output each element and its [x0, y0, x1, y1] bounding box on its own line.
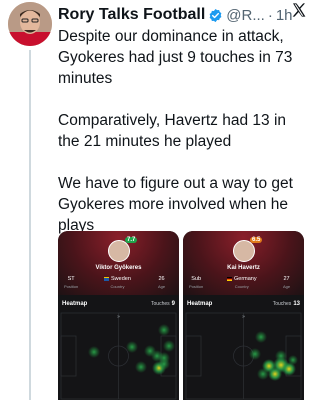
stat-value: 26	[158, 276, 165, 282]
touches-label: Touches	[151, 301, 170, 307]
stat-label: Country	[110, 284, 125, 289]
heatmap-header: Heatmap Touches 9	[58, 298, 179, 310]
stat-country: Sweden Country	[104, 276, 131, 289]
stat-label: Country	[234, 284, 249, 289]
player-name: Viktor Gyökeres	[95, 265, 142, 271]
stat-position: Sub Position	[189, 276, 203, 289]
flag-icon	[227, 276, 232, 281]
stat-label: Age	[283, 284, 291, 289]
stat-value: ST	[67, 276, 75, 282]
author-handle[interactable]: @R...	[226, 7, 265, 24]
direction-arrow-icon: »	[242, 314, 245, 320]
touches-value: 9	[171, 301, 175, 307]
heatmap-pitch: »	[185, 312, 302, 400]
touches-value: 13	[293, 301, 300, 307]
touches-label: Touches	[272, 301, 292, 307]
stat-value: Sweden	[111, 276, 131, 282]
player-rating-badge: 7.7	[125, 237, 138, 243]
author-name[interactable]: Rory Talks Football	[58, 6, 205, 24]
heatmap-title: Heatmap	[62, 301, 88, 307]
stat-country: Germany Country	[227, 276, 257, 289]
tweet-header: Rory Talks Football @R... · 1h	[58, 3, 303, 27]
tweet-paragraph: Comparatively, Havertz had 13 in the 21 …	[58, 112, 287, 150]
tweet-text: Despite our dominance in attack, Gyokere…	[58, 26, 305, 236]
stat-value: Sub	[191, 276, 202, 282]
player-card-gyokeres[interactable]: 7.7 Viktor Gyökeres ST Position Sweden C…	[58, 231, 179, 400]
player-name: Kai Havertz	[227, 265, 260, 271]
flag-icon	[104, 276, 109, 281]
x-logo-icon[interactable]	[291, 2, 307, 23]
touches-count: Touches 13	[273, 301, 300, 307]
stat-value: Germany	[234, 276, 257, 282]
tweet-media: 7.7 Viktor Gyökeres ST Position Sweden C…	[58, 231, 304, 400]
player-avatar	[107, 240, 130, 262]
verified-badge-icon	[208, 8, 223, 23]
stat-value: 27	[283, 276, 290, 282]
tweet-paragraph: We have to figure out a way to get Gyoke…	[58, 175, 293, 234]
stat-position: ST Position	[64, 276, 78, 289]
stat-label: Age	[158, 284, 166, 289]
player-rating-badge: 6.5	[250, 237, 263, 243]
touches-count: Touches 9	[151, 301, 175, 307]
stat-label: Position	[64, 284, 79, 289]
author-avatar[interactable]	[8, 2, 52, 46]
heatmap-title: Heatmap	[187, 301, 213, 307]
heatmap-header: Heatmap Touches 13	[183, 298, 304, 310]
avatar-image	[8, 2, 52, 46]
separator-dot: ·	[267, 6, 273, 24]
heatmap-pitch: »	[60, 312, 177, 400]
stat-age: 26 Age	[158, 276, 165, 289]
stat-label: Position	[189, 284, 204, 289]
direction-arrow-icon: »	[117, 314, 120, 320]
stat-age: 27 Age	[283, 276, 290, 289]
player-card-havertz[interactable]: 6.5 Kai Havertz Sub Position Germany Cou…	[183, 231, 304, 400]
thread-line	[29, 50, 31, 400]
tweet-paragraph: Despite our dominance in attack, Gyokere…	[58, 28, 293, 87]
player-avatar	[232, 240, 255, 262]
